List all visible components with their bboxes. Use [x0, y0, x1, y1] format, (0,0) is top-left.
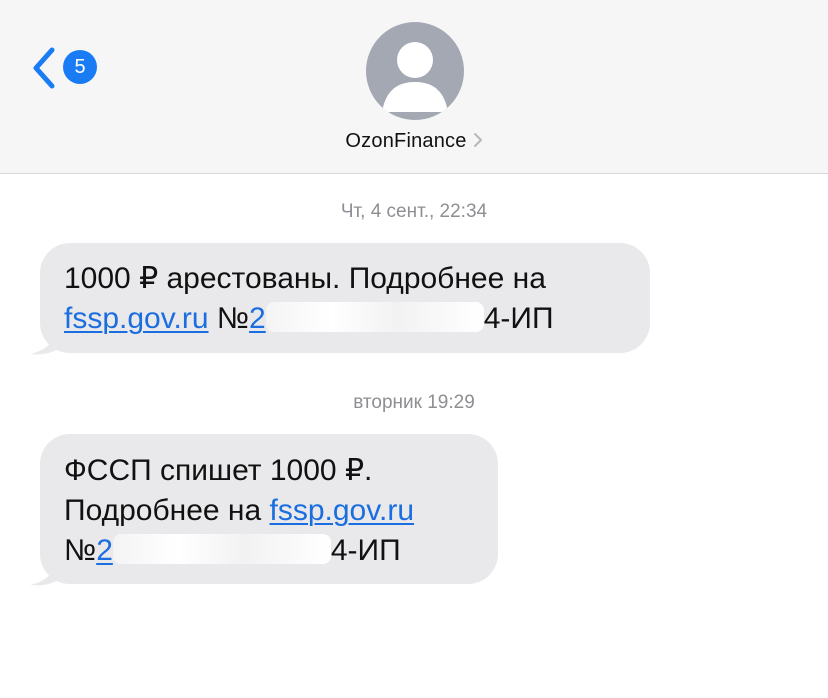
message-timestamp: Чт, 4 сент., 22:34 [340, 201, 488, 222]
conversation-header: 5 OzonFinance [0, 0, 828, 174]
message-bubble[interactable]: ФССП спишет 1000 ₽. Подробнее на fssp.go… [40, 434, 498, 584]
case-number-prefix: № [64, 534, 97, 567]
message-text-line: Подробнее на fssp.gov.ru [64, 491, 476, 531]
case-number-link[interactable]: 2 [249, 302, 266, 335]
case-number-suffix: 4-ИП [330, 534, 401, 567]
redacted-region [265, 302, 484, 333]
chevron-right-icon [473, 133, 482, 148]
avatar[interactable] [366, 22, 464, 120]
message-text: 1000 ₽ арестованы. Подробнее на [64, 262, 546, 295]
case-number-link[interactable]: 2 [96, 534, 113, 567]
message-text: ФССП спишет 1000 ₽. [64, 454, 373, 487]
case-number-prefix: № [216, 302, 250, 335]
message-text-line: fssp.gov.ru №2 4-ИП [64, 299, 628, 339]
redacted-region [112, 534, 331, 565]
back-button[interactable]: 5 [30, 44, 110, 92]
person-icon [382, 42, 448, 112]
message-link[interactable]: fssp.gov.ru [270, 494, 415, 527]
message-text: Подробнее на [64, 494, 270, 527]
back-chevron-icon [33, 47, 55, 89]
contact-name: OzonFinance [345, 130, 467, 152]
message-bubble[interactable]: 1000 ₽ арестованы. Подробнее на fssp.gov… [40, 243, 650, 353]
case-number-suffix: 4-ИП [483, 302, 554, 335]
contact-name-button[interactable]: OzonFinance [0, 130, 828, 153]
unread-count-badge: 5 [63, 50, 97, 84]
message-text-line: №2 4-ИП [64, 531, 476, 571]
message-timestamp: вторник 19:29 [353, 392, 475, 413]
message-link[interactable]: fssp.gov.ru [64, 302, 209, 335]
